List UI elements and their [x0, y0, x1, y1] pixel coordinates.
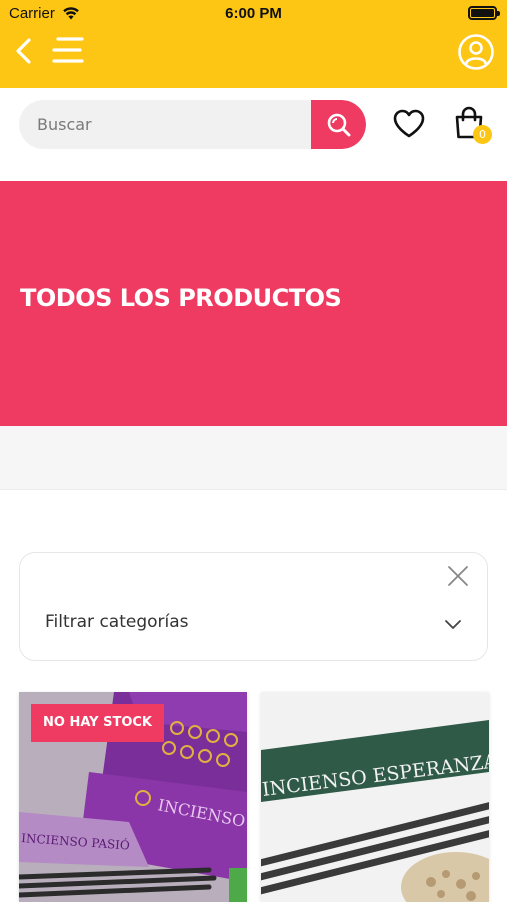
user-circle-icon: [458, 34, 494, 70]
category-select-label: Filtrar categorías: [45, 612, 189, 632]
menu-button[interactable]: [50, 33, 86, 69]
out-of-stock-badge: NO HAY STOCK: [31, 704, 164, 742]
menu-icon: [52, 37, 84, 63]
category-banner: TODOS LOS PRODUCTOS: [0, 181, 507, 426]
cart-count-badge: 0: [473, 125, 492, 144]
battery-icon: [468, 6, 500, 20]
page-title: TODOS LOS PRODUCTOS: [20, 284, 342, 312]
back-button[interactable]: [10, 36, 40, 66]
search-icon: [327, 113, 350, 136]
product-card[interactable]: INCIENSO P INCIENSO PASIÓ NO HAY STOCK: [19, 692, 247, 902]
cart-button[interactable]: 0: [452, 106, 492, 146]
chevron-left-icon: [16, 38, 31, 64]
clock-label: 6:00 PM: [225, 5, 282, 22]
search-button[interactable]: [311, 100, 366, 149]
category-select[interactable]: Filtrar categorías: [20, 599, 487, 649]
category-filter-card: Filtrar categorías: [19, 552, 488, 661]
divider-strip: [0, 426, 507, 490]
filter-close-button[interactable]: [446, 564, 470, 588]
product-card[interactable]: INCIENSO ESPERANZA: [261, 692, 489, 902]
search-input[interactable]: [19, 100, 311, 149]
status-bar: Carrier 6:00 PM: [0, 0, 507, 28]
close-icon: [448, 566, 468, 586]
app-header: [0, 28, 507, 88]
favorites-button[interactable]: [392, 107, 426, 141]
product-image: INCIENSO ESPERANZA: [261, 692, 489, 902]
heart-icon: [393, 109, 425, 138]
chevron-down-icon: [445, 620, 461, 629]
account-button[interactable]: [457, 33, 495, 71]
search-row: 0: [0, 88, 507, 180]
search-bar: [19, 100, 366, 149]
